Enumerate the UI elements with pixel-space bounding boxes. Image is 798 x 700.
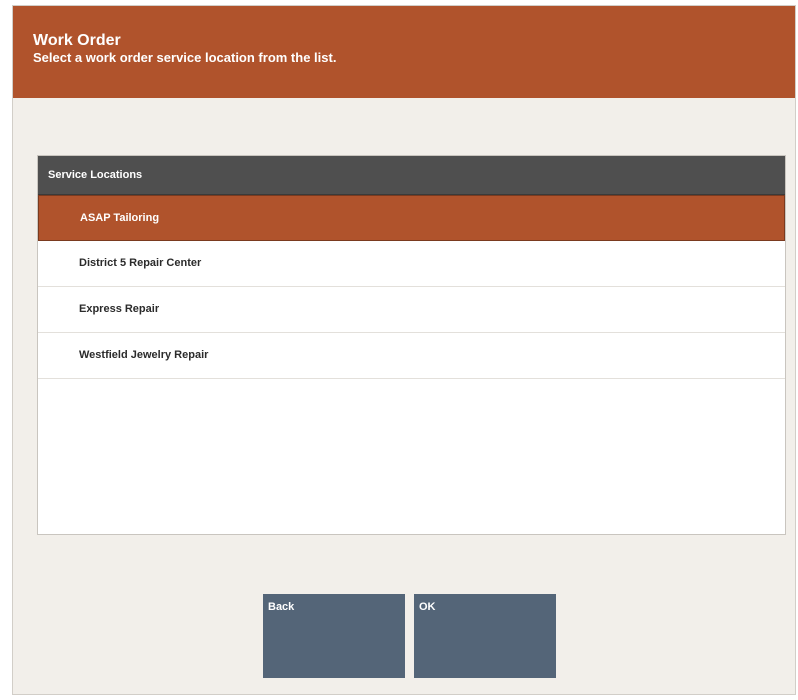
- work-order-screen: Work Order Select a work order service l…: [12, 5, 796, 695]
- list-header: Service Locations: [38, 156, 785, 195]
- service-locations-list: Service Locations ASAP Tailoring Distric…: [37, 155, 786, 535]
- back-button[interactable]: Back: [263, 594, 405, 678]
- ok-button[interactable]: OK: [414, 594, 556, 678]
- list-item-district-5-repair-center[interactable]: District 5 Repair Center: [38, 241, 785, 287]
- list-item-asap-tailoring[interactable]: ASAP Tailoring: [38, 195, 785, 241]
- page-instructions: Select a work order service location fro…: [33, 50, 337, 65]
- list-item-express-repair[interactable]: Express Repair: [38, 287, 785, 333]
- page-title: Work Order: [33, 32, 121, 49]
- list-item-westfield-jewelry-repair[interactable]: Westfield Jewelry Repair: [38, 333, 785, 379]
- title-bar: Work Order Select a work order service l…: [13, 6, 795, 98]
